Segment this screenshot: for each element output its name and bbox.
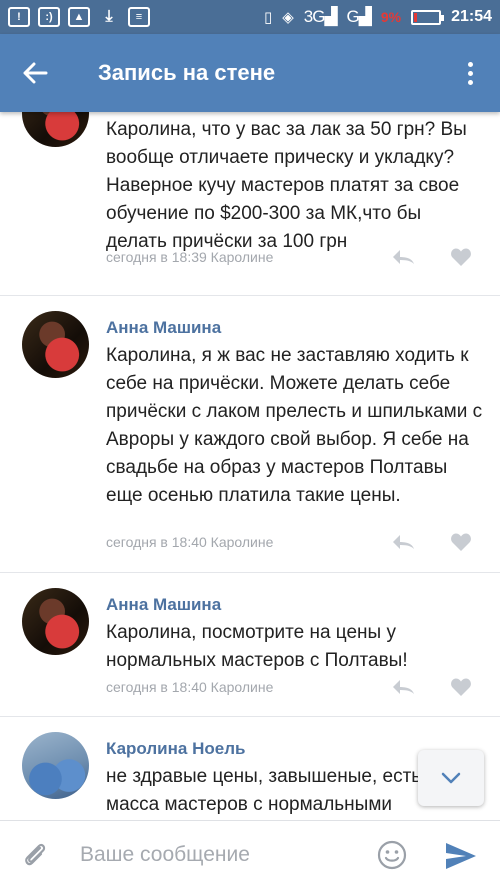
comment-meta: сегодня в 18:39 Каролине	[106, 249, 274, 265]
more-vertical-icon	[467, 61, 473, 67]
reply-icon[interactable]	[390, 247, 416, 267]
page-title: Запись на стене	[98, 60, 276, 85]
alert-icon: !	[8, 7, 30, 27]
comment-author[interactable]: Каролина Ноель	[106, 739, 245, 759]
network-g: G▟	[346, 7, 372, 26]
chat-icon: ≡	[128, 7, 150, 27]
reply-icon[interactable]	[390, 532, 416, 552]
attach-button[interactable]	[0, 821, 70, 888]
more-button[interactable]	[440, 34, 500, 112]
send-icon[interactable]	[444, 841, 478, 871]
message-composer	[0, 820, 500, 888]
arrow-left-icon	[23, 62, 48, 84]
smile-icon[interactable]	[376, 839, 408, 871]
network-g-label: G	[346, 7, 360, 26]
comment-text: Каролина, что у вас за лак за 50 грн? Вы…	[106, 119, 467, 252]
paperclip-icon	[25, 843, 46, 865]
comment-meta: сегодня в 18:40 Каролине	[106, 679, 274, 695]
message-input[interactable]	[80, 842, 360, 867]
battery-percent: 9%	[380, 9, 402, 25]
heart-icon[interactable]	[450, 247, 472, 267]
status-bar: ! :) ▲ ⤓ ≡ ▯ ◈ 3G▟ G▟ 9% 21:54	[0, 0, 500, 34]
network-3g-label: 3G	[303, 7, 326, 26]
wifi-icon: ◈	[282, 9, 294, 26]
heart-icon[interactable]	[450, 532, 472, 552]
comment-item: Каролина, что у вас за лак за 50 грн? Вы…	[0, 112, 500, 296]
chevron-down-icon	[441, 772, 461, 784]
message-face-icon: :)	[38, 7, 60, 27]
back-button[interactable]	[0, 34, 70, 112]
download-icon: ⤓	[105, 8, 113, 25]
notification-icons: ! :) ▲ ⤓ ≡	[8, 7, 150, 27]
clock: 21:54	[451, 8, 492, 25]
vibrate-icon: ▯	[263, 9, 273, 26]
avatar[interactable]	[22, 588, 89, 655]
comment-text: Каролина, посмотрите на цены у нормальны…	[106, 622, 408, 671]
comment-author[interactable]: Анна Машина	[106, 595, 221, 615]
comment-list: Каролина, что у вас за лак за 50 грн? Вы…	[0, 112, 500, 820]
scroll-down-button[interactable]	[418, 750, 484, 806]
comment-text: не здравые цены, завышеные, есть масса м…	[106, 766, 422, 815]
comment-meta: сегодня в 18:40 Каролине	[106, 534, 274, 550]
avatar[interactable]	[22, 311, 89, 378]
avatar[interactable]	[22, 112, 89, 147]
image-icon: ▲	[68, 7, 90, 27]
avatar[interactable]	[22, 732, 89, 799]
comment-item: Анна Машина Каролина, я ж вас не заставл…	[0, 296, 500, 573]
battery-icon	[411, 9, 445, 25]
comment-text: Каролина, я ж вас не заставляю ходить к …	[106, 345, 483, 506]
comment-author[interactable]: Анна Машина	[106, 318, 221, 338]
heart-icon[interactable]	[450, 677, 472, 697]
reply-icon[interactable]	[390, 677, 416, 697]
comment-item: Анна Машина Каролина, посмотрите на цены…	[0, 573, 500, 717]
network-3g: 3G▟	[303, 7, 338, 26]
status-indicators: ▯ ◈ 3G▟ G▟ 9% 21:54	[264, 7, 492, 27]
app-bar: Запись на стене	[0, 34, 500, 112]
